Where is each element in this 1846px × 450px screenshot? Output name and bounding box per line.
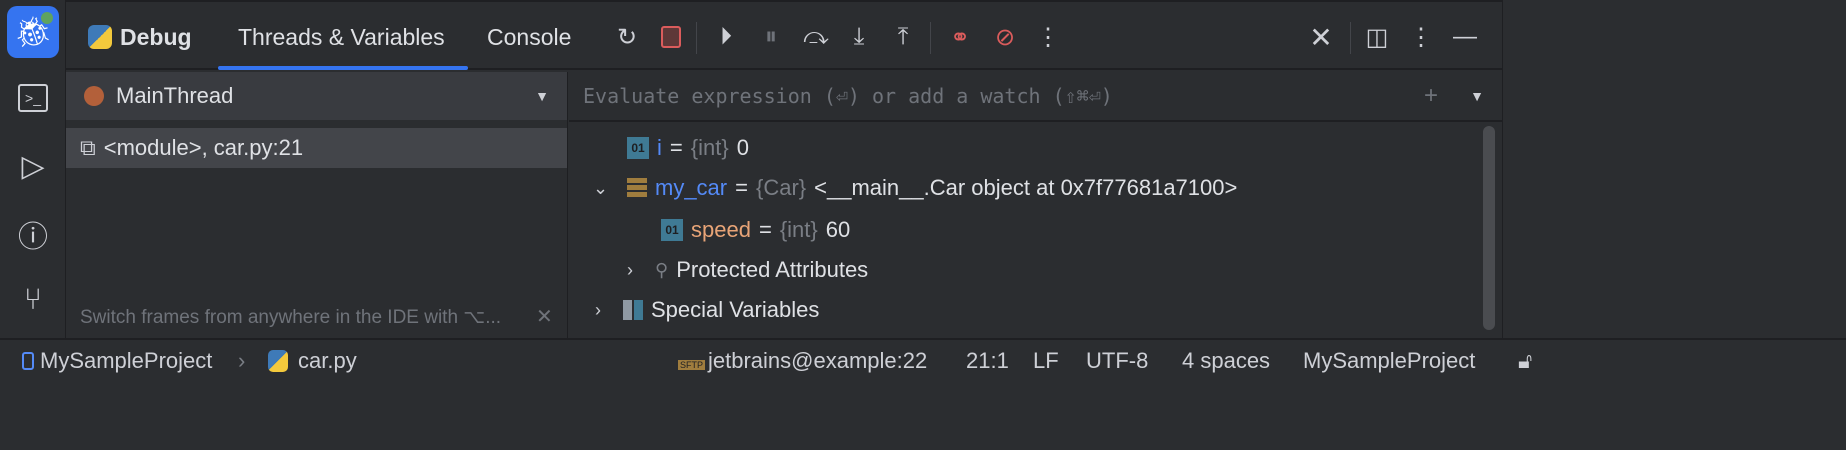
var-value: <__main__.Car object at 0x7f77681a7100> <box>814 175 1238 200</box>
active-tab-indicator <box>218 66 468 70</box>
problems-icon[interactable]: ⓘ <box>7 208 59 260</box>
debug-icon[interactable]: 🐞︎ <box>7 6 59 58</box>
step-into-icon[interactable]: ⤓ <box>842 20 876 54</box>
special-variables-row[interactable]: › Special Variables <box>595 290 819 330</box>
remote-host[interactable]: jetbrains@example:22 <box>708 348 927 374</box>
git-icon[interactable]: ⑂ <box>7 274 59 326</box>
variable-row[interactable]: ⌄ my_car = {Car} <__main__.Car object at … <box>593 168 1237 208</box>
debug-toolbar: Debug Threads & Variables Console ↻ ⏵ ⏸ … <box>66 0 1502 70</box>
rerun-icon[interactable]: ↻ <box>610 20 644 54</box>
var-name: my_car <box>655 175 728 200</box>
var-name: i <box>657 135 662 160</box>
tool-window-strip: 🐞︎ >_ ▷ ⓘ ⑂ <box>0 0 66 338</box>
debug-title: Debug <box>88 2 192 72</box>
minimize-icon[interactable]: — <box>1448 20 1482 54</box>
group-label: Special Variables <box>651 297 820 322</box>
tab-threads-variables[interactable]: Threads & Variables <box>238 2 445 72</box>
sftp-icon: SFTP <box>678 360 706 370</box>
int-type-icon: 01 <box>627 137 649 159</box>
encoding[interactable]: UTF-8 <box>1086 348 1148 374</box>
chevron-right-icon[interactable]: › <box>595 300 615 321</box>
project-icon <box>22 352 34 370</box>
var-value: 0 <box>736 135 749 160</box>
key-icon: ⚲ <box>655 259 669 280</box>
options-icon[interactable]: ⋮ <box>1404 20 1438 54</box>
tab-console[interactable]: Console <box>487 2 571 72</box>
int-type-icon: 01 <box>661 219 683 241</box>
python-icon <box>88 25 112 49</box>
view-breakpoints-icon[interactable]: ⚭ <box>943 20 977 54</box>
evaluate-placeholder: Evaluate expression (⏎) or add a watch (… <box>583 84 1113 108</box>
variables-panel: Evaluate expression (⏎) or add a watch (… <box>569 72 1502 338</box>
evaluate-expression-input[interactable]: Evaluate expression (⏎) or add a watch (… <box>569 72 1502 122</box>
separator <box>696 22 697 54</box>
thread-status-icon <box>84 86 104 106</box>
pause-icon[interactable]: ⏸ <box>754 20 788 54</box>
close-hint-icon[interactable]: ✕ <box>536 304 553 329</box>
right-tool-strip <box>1502 0 1846 338</box>
frame-icon: ⧉ <box>80 135 96 160</box>
step-over-icon[interactable]: ⤼ <box>799 20 833 54</box>
line-ending[interactable]: LF <box>1033 348 1059 374</box>
breadcrumb-project[interactable]: MySampleProject <box>40 348 212 374</box>
object-icon <box>627 178 647 198</box>
more-icon[interactable]: ⋮ <box>1031 20 1065 54</box>
step-out-icon[interactable]: ⤒ <box>886 20 920 54</box>
chevron-down-icon[interactable]: ▼ <box>1470 88 1484 104</box>
chevron-right-icon[interactable]: › <box>627 260 647 281</box>
var-type: {int} <box>779 217 818 242</box>
scrollbar[interactable] <box>1483 126 1495 330</box>
status-bar: MySampleProject › car.py SFTP jetbrains@… <box>0 338 1846 382</box>
add-watch-icon[interactable]: + <box>1424 82 1438 110</box>
stop-icon[interactable] <box>654 20 688 54</box>
var-type: {Car} <box>755 175 807 200</box>
interpreter[interactable]: MySampleProject <box>1303 348 1475 374</box>
thread-selector[interactable]: MainThread ▼ <box>66 72 567 120</box>
caret-position[interactable]: 21:1 <box>966 348 1009 374</box>
layout-icon[interactable]: ◫ <box>1360 20 1394 54</box>
threads-panel: MainThread ▼ ⧉ <module>, car.py:21 Switc… <box>66 72 568 338</box>
lock-icon[interactable]: 🔓︎ <box>1518 348 1532 374</box>
chevron-right-icon: › <box>238 348 246 373</box>
frames-hint: Switch frames from anywhere in the IDE w… <box>80 307 502 328</box>
frame-item[interactable]: ⧉ <module>, car.py:21 <box>66 128 567 168</box>
mute-breakpoints-icon[interactable]: ⊘ <box>988 20 1022 54</box>
group-label: Protected Attributes <box>676 257 869 282</box>
tab-label: Console <box>487 23 572 50</box>
chevron-down-icon[interactable]: ⌄ <box>593 178 613 199</box>
var-name: speed <box>691 217 751 242</box>
chevron-down-icon: ▼ <box>535 88 549 104</box>
frame-label: <module>, car.py:21 <box>103 135 304 160</box>
resume-icon[interactable]: ⏵ <box>709 20 743 54</box>
close-icon[interactable]: ✕ <box>1304 20 1338 54</box>
separator <box>1350 22 1351 54</box>
tab-label: Threads & Variables <box>238 23 445 50</box>
thread-name: MainThread <box>116 83 234 108</box>
var-value: 60 <box>825 217 851 242</box>
breadcrumb-file[interactable]: car.py <box>298 348 357 374</box>
indent[interactable]: 4 spaces <box>1182 348 1270 374</box>
variable-row[interactable]: 01 speed = {int} 60 <box>661 210 850 250</box>
title-text: Debug <box>120 23 192 50</box>
terminal-icon[interactable]: >_ <box>7 72 59 124</box>
var-type: {int} <box>690 135 729 160</box>
special-variables-icon <box>623 300 643 320</box>
python-file-icon <box>268 350 288 372</box>
variable-row[interactable]: 01 i = {int} 0 <box>627 128 749 168</box>
protected-attributes-row[interactable]: › ⚲ Protected Attributes <box>627 250 868 290</box>
separator <box>930 22 931 54</box>
run-icon[interactable]: ▷ <box>7 140 59 192</box>
